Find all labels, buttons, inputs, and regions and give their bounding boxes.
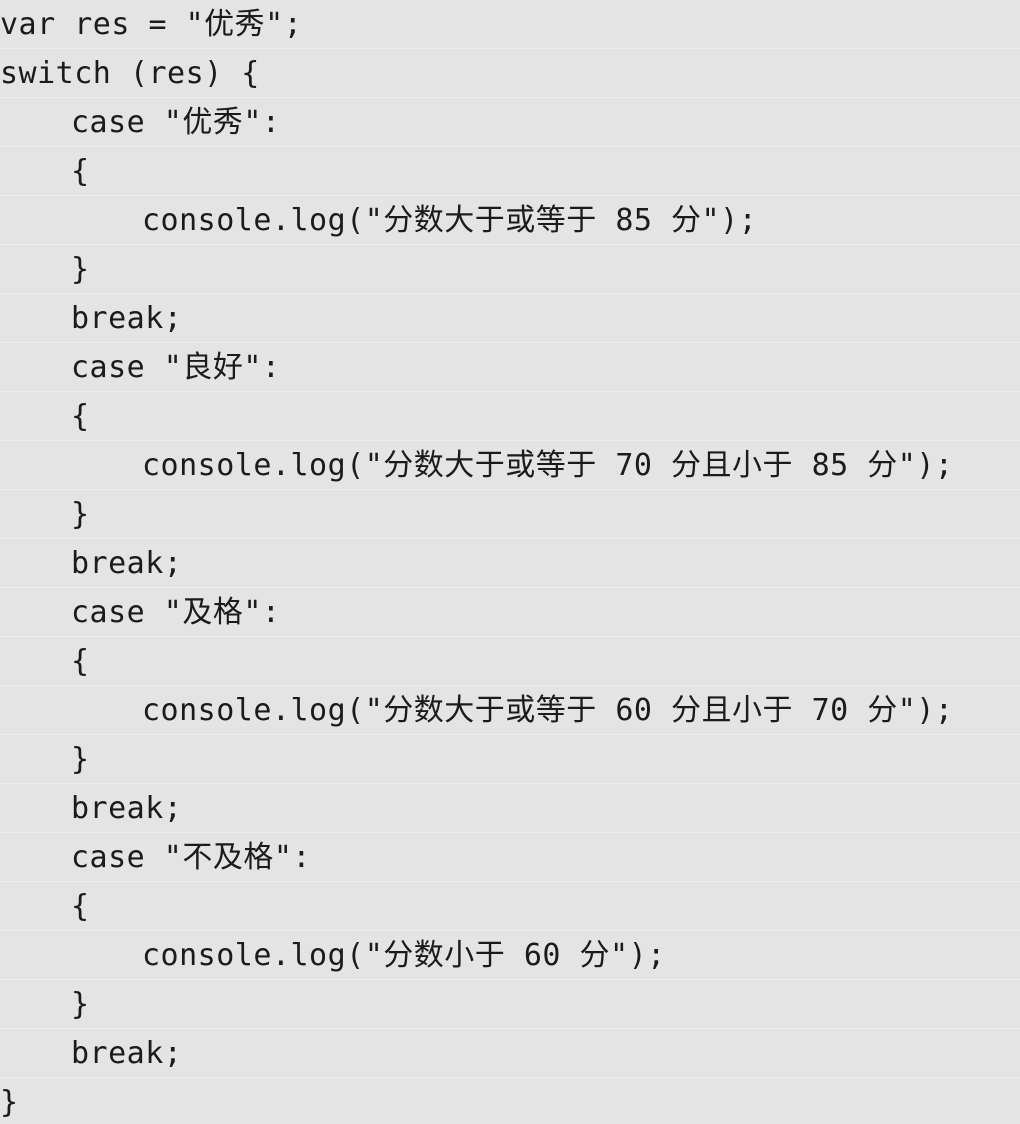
code-line-text: { xyxy=(71,889,90,924)
code-line: switch (res) { xyxy=(0,49,1020,98)
code-line: { xyxy=(0,882,1020,931)
code-line-text: case "不及格": xyxy=(71,840,311,875)
code-line: console.log("分数小于 60 分"); xyxy=(0,931,1020,980)
code-line: break; xyxy=(0,539,1020,588)
code-line-text: case "良好": xyxy=(71,350,281,385)
code-line: break; xyxy=(0,784,1020,833)
code-line-text: { xyxy=(71,399,90,434)
code-line-text: console.log("分数大于或等于 85 分"); xyxy=(142,203,758,238)
code-line-text: } xyxy=(71,252,90,287)
code-line: } xyxy=(0,490,1020,539)
code-line: break; xyxy=(0,294,1020,343)
code-line: } xyxy=(0,245,1020,294)
code-line-text: case "优秀": xyxy=(71,105,281,140)
code-line: } xyxy=(0,735,1020,784)
code-line-text: } xyxy=(0,1085,19,1120)
code-line: case "良好": xyxy=(0,343,1020,392)
code-line: { xyxy=(0,637,1020,686)
code-line-text: console.log("分数大于或等于 60 分且小于 70 分"); xyxy=(142,693,954,728)
code-line: { xyxy=(0,147,1020,196)
code-line: var res = "优秀"; xyxy=(0,0,1020,49)
code-line-text: } xyxy=(71,742,90,777)
code-line-text: var res = "优秀"; xyxy=(0,7,303,42)
code-block: var res = "优秀"; switch (res) { case "优秀"… xyxy=(0,0,1020,1124)
code-line: } xyxy=(0,1078,1020,1124)
code-line-text: break; xyxy=(71,791,183,826)
code-line-text: } xyxy=(71,987,90,1022)
code-line-text: case "及格": xyxy=(71,595,281,630)
code-line-text: break; xyxy=(71,1036,183,1071)
code-line-text: console.log("分数大于或等于 70 分且小于 85 分"); xyxy=(142,448,954,483)
code-line: console.log("分数大于或等于 70 分且小于 85 分"); xyxy=(0,441,1020,490)
code-line-text: } xyxy=(71,497,90,532)
code-line-text: console.log("分数小于 60 分"); xyxy=(142,938,666,973)
code-line: case "及格": xyxy=(0,588,1020,637)
code-line: { xyxy=(0,392,1020,441)
code-line: console.log("分数大于或等于 60 分且小于 70 分"); xyxy=(0,686,1020,735)
code-line-text: switch (res) { xyxy=(0,56,260,91)
code-line: break; xyxy=(0,1029,1020,1078)
code-line-text: { xyxy=(71,154,90,189)
code-lines-container: var res = "优秀"; switch (res) { case "优秀"… xyxy=(0,0,1020,1124)
code-line: console.log("分数大于或等于 85 分"); xyxy=(0,196,1020,245)
code-line: case "不及格": xyxy=(0,833,1020,882)
code-line: } xyxy=(0,980,1020,1029)
code-line-text: break; xyxy=(71,546,183,581)
code-line: case "优秀": xyxy=(0,98,1020,147)
code-line-text: { xyxy=(71,644,90,679)
code-line-text: break; xyxy=(71,301,183,336)
